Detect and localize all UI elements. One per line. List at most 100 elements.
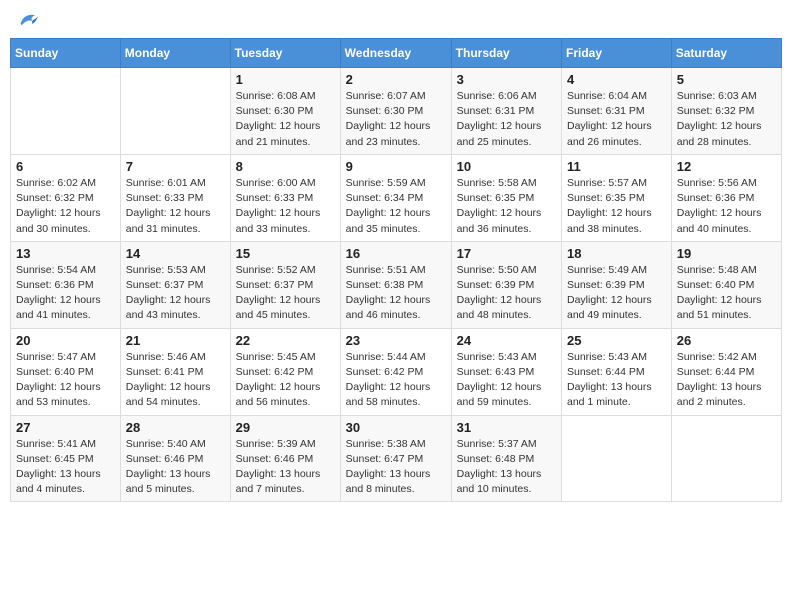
day-number: 26 xyxy=(677,333,776,348)
day-number: 30 xyxy=(346,420,446,435)
day-number: 14 xyxy=(126,246,225,261)
day-number: 11 xyxy=(567,159,666,174)
page-header xyxy=(10,10,782,32)
column-header-saturday: Saturday xyxy=(671,39,781,68)
day-info: Sunrise: 5:43 AM Sunset: 6:43 PM Dayligh… xyxy=(457,350,556,411)
day-number: 29 xyxy=(236,420,335,435)
column-header-friday: Friday xyxy=(562,39,672,68)
calendar-cell: 3 Sunrise: 6:06 AM Sunset: 6:31 PM Daylig… xyxy=(451,68,561,155)
day-number: 15 xyxy=(236,246,335,261)
day-info: Sunrise: 5:57 AM Sunset: 6:35 PM Dayligh… xyxy=(567,176,666,237)
calendar-cell: 13Sunrise: 5:54 AM Sunset: 6:36 PM Dayli… xyxy=(11,241,121,328)
calendar-cell: 30Sunrise: 5:38 AM Sunset: 6:47 PM Dayli… xyxy=(340,415,451,502)
day-number: 31 xyxy=(457,420,556,435)
calendar-cell: 7 Sunrise: 6:01 AM Sunset: 6:33 PM Daylig… xyxy=(120,154,230,241)
calendar-cell: 25Sunrise: 5:43 AM Sunset: 6:44 PM Dayli… xyxy=(562,328,672,415)
day-number: 8 xyxy=(236,159,335,174)
day-info: Sunrise: 6:07 AM Sunset: 6:30 PM Dayligh… xyxy=(346,89,446,150)
calendar-cell: 31 Sunrise: 5:37 AM Sunset: 6:48 PM Dayli… xyxy=(451,415,561,502)
day-number: 17 xyxy=(457,246,556,261)
calendar-cell: 20 Sunrise: 5:47 AM Sunset: 6:40 PM Dayli… xyxy=(11,328,121,415)
calendar-cell: 17 Sunrise: 5:50 AM Sunset: 6:39 PM Dayli… xyxy=(451,241,561,328)
day-number: 6 xyxy=(16,159,115,174)
calendar-cell: 16Sunrise: 5:51 AM Sunset: 6:38 PM Dayli… xyxy=(340,241,451,328)
day-info: Sunrise: 5:52 AM Sunset: 6:37 PM Dayligh… xyxy=(236,263,335,324)
column-header-sunday: Sunday xyxy=(11,39,121,68)
calendar-cell: 19 Sunrise: 5:48 AM Sunset: 6:40 PM Dayli… xyxy=(671,241,781,328)
day-info: Sunrise: 5:49 AM Sunset: 6:39 PM Dayligh… xyxy=(567,263,666,324)
day-info: Sunrise: 5:40 AM Sunset: 6:46 PM Dayligh… xyxy=(126,437,225,498)
calendar-cell: 2 Sunrise: 6:07 AM Sunset: 6:30 PM Daylig… xyxy=(340,68,451,155)
day-number: 22 xyxy=(236,333,335,348)
logo-bird-icon xyxy=(16,10,38,32)
day-info: Sunrise: 6:02 AM Sunset: 6:32 PM Dayligh… xyxy=(16,176,115,237)
day-number: 5 xyxy=(677,72,776,87)
calendar-cell: 15 Sunrise: 5:52 AM Sunset: 6:37 PM Dayli… xyxy=(230,241,340,328)
calendar-cell: 24 Sunrise: 5:43 AM Sunset: 6:43 PM Dayli… xyxy=(451,328,561,415)
calendar-cell: 11 Sunrise: 5:57 AM Sunset: 6:35 PM Dayli… xyxy=(562,154,672,241)
calendar-cell: 8 Sunrise: 6:00 AM Sunset: 6:33 PM Daylig… xyxy=(230,154,340,241)
day-number: 12 xyxy=(677,159,776,174)
day-number: 18 xyxy=(567,246,666,261)
day-info: Sunrise: 5:43 AM Sunset: 6:44 PM Dayligh… xyxy=(567,350,666,411)
day-info: Sunrise: 6:08 AM Sunset: 6:30 PM Dayligh… xyxy=(236,89,335,150)
day-number: 7 xyxy=(126,159,225,174)
day-number: 1 xyxy=(236,72,335,87)
day-info: Sunrise: 5:47 AM Sunset: 6:40 PM Dayligh… xyxy=(16,350,115,411)
day-number: 20 xyxy=(16,333,115,348)
calendar-cell: 6 Sunrise: 6:02 AM Sunset: 6:32 PM Daylig… xyxy=(11,154,121,241)
calendar-week-row: 6 Sunrise: 6:02 AM Sunset: 6:32 PM Daylig… xyxy=(11,154,782,241)
day-number: 2 xyxy=(346,72,446,87)
calendar-cell: 9 Sunrise: 5:59 AM Sunset: 6:34 PM Daylig… xyxy=(340,154,451,241)
calendar-cell: 1 Sunrise: 6:08 AM Sunset: 6:30 PM Daylig… xyxy=(230,68,340,155)
day-number: 28 xyxy=(126,420,225,435)
day-number: 13 xyxy=(16,246,115,261)
day-info: Sunrise: 5:41 AM Sunset: 6:45 PM Dayligh… xyxy=(16,437,115,498)
day-info: Sunrise: 6:00 AM Sunset: 6:33 PM Dayligh… xyxy=(236,176,335,237)
calendar-cell: 27 Sunrise: 5:41 AM Sunset: 6:45 PM Dayli… xyxy=(11,415,121,502)
calendar-cell: 10Sunrise: 5:58 AM Sunset: 6:35 PM Dayli… xyxy=(451,154,561,241)
logo xyxy=(14,10,38,32)
column-header-tuesday: Tuesday xyxy=(230,39,340,68)
day-info: Sunrise: 6:04 AM Sunset: 6:31 PM Dayligh… xyxy=(567,89,666,150)
calendar-week-row: 13Sunrise: 5:54 AM Sunset: 6:36 PM Dayli… xyxy=(11,241,782,328)
day-number: 27 xyxy=(16,420,115,435)
calendar-cell xyxy=(562,415,672,502)
day-info: Sunrise: 5:58 AM Sunset: 6:35 PM Dayligh… xyxy=(457,176,556,237)
calendar-cell: 21Sunrise: 5:46 AM Sunset: 6:41 PM Dayli… xyxy=(120,328,230,415)
day-info: Sunrise: 6:06 AM Sunset: 6:31 PM Dayligh… xyxy=(457,89,556,150)
day-number: 9 xyxy=(346,159,446,174)
calendar-cell: 22Sunrise: 5:45 AM Sunset: 6:42 PM Dayli… xyxy=(230,328,340,415)
calendar-header-row: SundayMondayTuesdayWednesdayThursdayFrid… xyxy=(11,39,782,68)
day-number: 24 xyxy=(457,333,556,348)
column-header-wednesday: Wednesday xyxy=(340,39,451,68)
calendar-week-row: 1 Sunrise: 6:08 AM Sunset: 6:30 PM Daylig… xyxy=(11,68,782,155)
day-info: Sunrise: 5:59 AM Sunset: 6:34 PM Dayligh… xyxy=(346,176,446,237)
calendar-cell: 5 Sunrise: 6:03 AM Sunset: 6:32 PM Daylig… xyxy=(671,68,781,155)
day-number: 4 xyxy=(567,72,666,87)
day-number: 19 xyxy=(677,246,776,261)
day-info: Sunrise: 6:03 AM Sunset: 6:32 PM Dayligh… xyxy=(677,89,776,150)
calendar-cell: 28 Sunrise: 5:40 AM Sunset: 6:46 PM Dayli… xyxy=(120,415,230,502)
day-info: Sunrise: 5:39 AM Sunset: 6:46 PM Dayligh… xyxy=(236,437,335,498)
day-info: Sunrise: 6:01 AM Sunset: 6:33 PM Dayligh… xyxy=(126,176,225,237)
calendar-week-row: 20 Sunrise: 5:47 AM Sunset: 6:40 PM Dayli… xyxy=(11,328,782,415)
calendar-cell xyxy=(671,415,781,502)
calendar-cell: 4 Sunrise: 6:04 AM Sunset: 6:31 PM Daylig… xyxy=(562,68,672,155)
calendar-cell: 29 Sunrise: 5:39 AM Sunset: 6:46 PM Dayli… xyxy=(230,415,340,502)
calendar-body: 1 Sunrise: 6:08 AM Sunset: 6:30 PM Daylig… xyxy=(11,68,782,502)
calendar-cell: 23Sunrise: 5:44 AM Sunset: 6:42 PM Dayli… xyxy=(340,328,451,415)
calendar-cell xyxy=(11,68,121,155)
day-info: Sunrise: 5:44 AM Sunset: 6:42 PM Dayligh… xyxy=(346,350,446,411)
day-info: Sunrise: 5:48 AM Sunset: 6:40 PM Dayligh… xyxy=(677,263,776,324)
calendar-cell: 26 Sunrise: 5:42 AM Sunset: 6:44 PM Dayli… xyxy=(671,328,781,415)
column-header-thursday: Thursday xyxy=(451,39,561,68)
calendar-cell: 18 Sunrise: 5:49 AM Sunset: 6:39 PM Dayli… xyxy=(562,241,672,328)
day-info: Sunrise: 5:50 AM Sunset: 6:39 PM Dayligh… xyxy=(457,263,556,324)
calendar-cell xyxy=(120,68,230,155)
day-info: Sunrise: 5:42 AM Sunset: 6:44 PM Dayligh… xyxy=(677,350,776,411)
day-info: Sunrise: 5:56 AM Sunset: 6:36 PM Dayligh… xyxy=(677,176,776,237)
day-number: 3 xyxy=(457,72,556,87)
day-info: Sunrise: 5:37 AM Sunset: 6:48 PM Dayligh… xyxy=(457,437,556,498)
column-header-monday: Monday xyxy=(120,39,230,68)
